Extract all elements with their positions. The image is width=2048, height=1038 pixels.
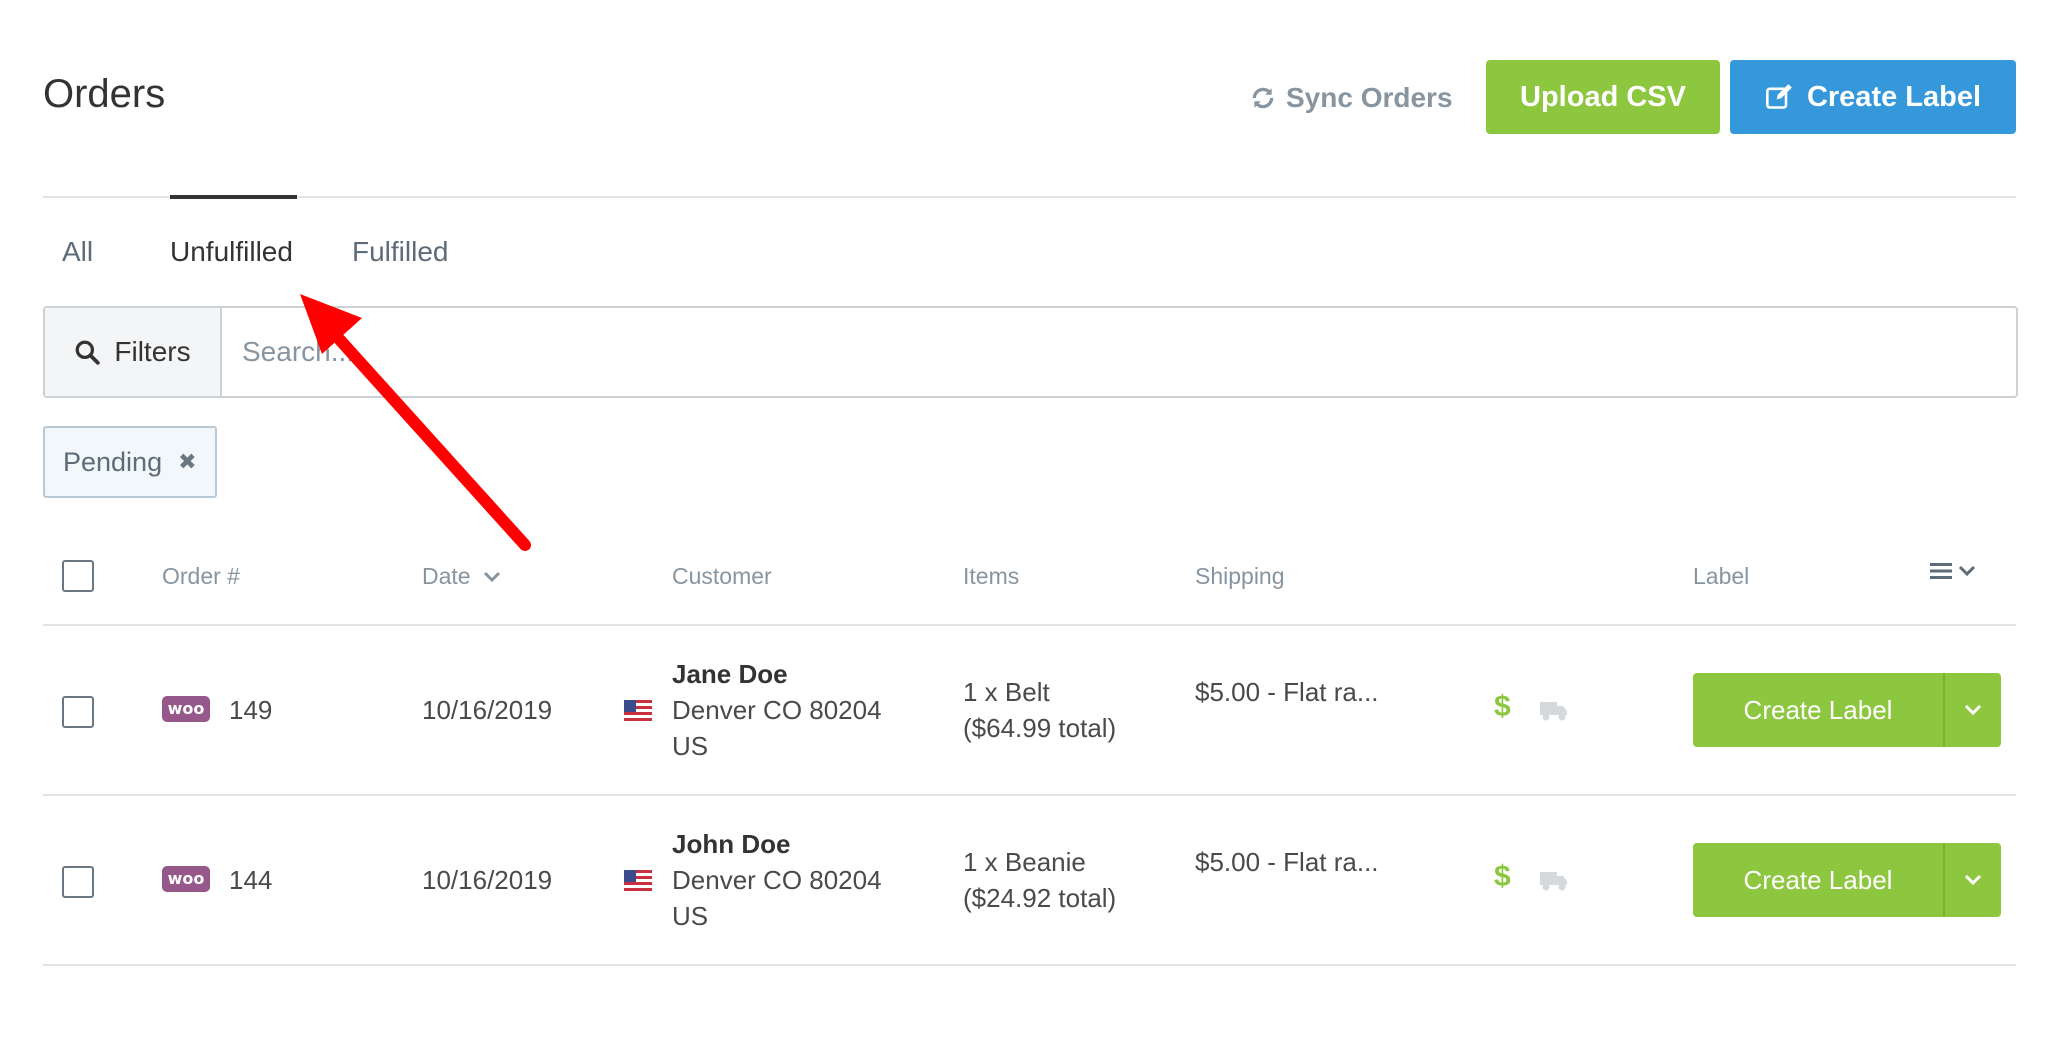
annotation-arrow-icon [300,294,531,551]
